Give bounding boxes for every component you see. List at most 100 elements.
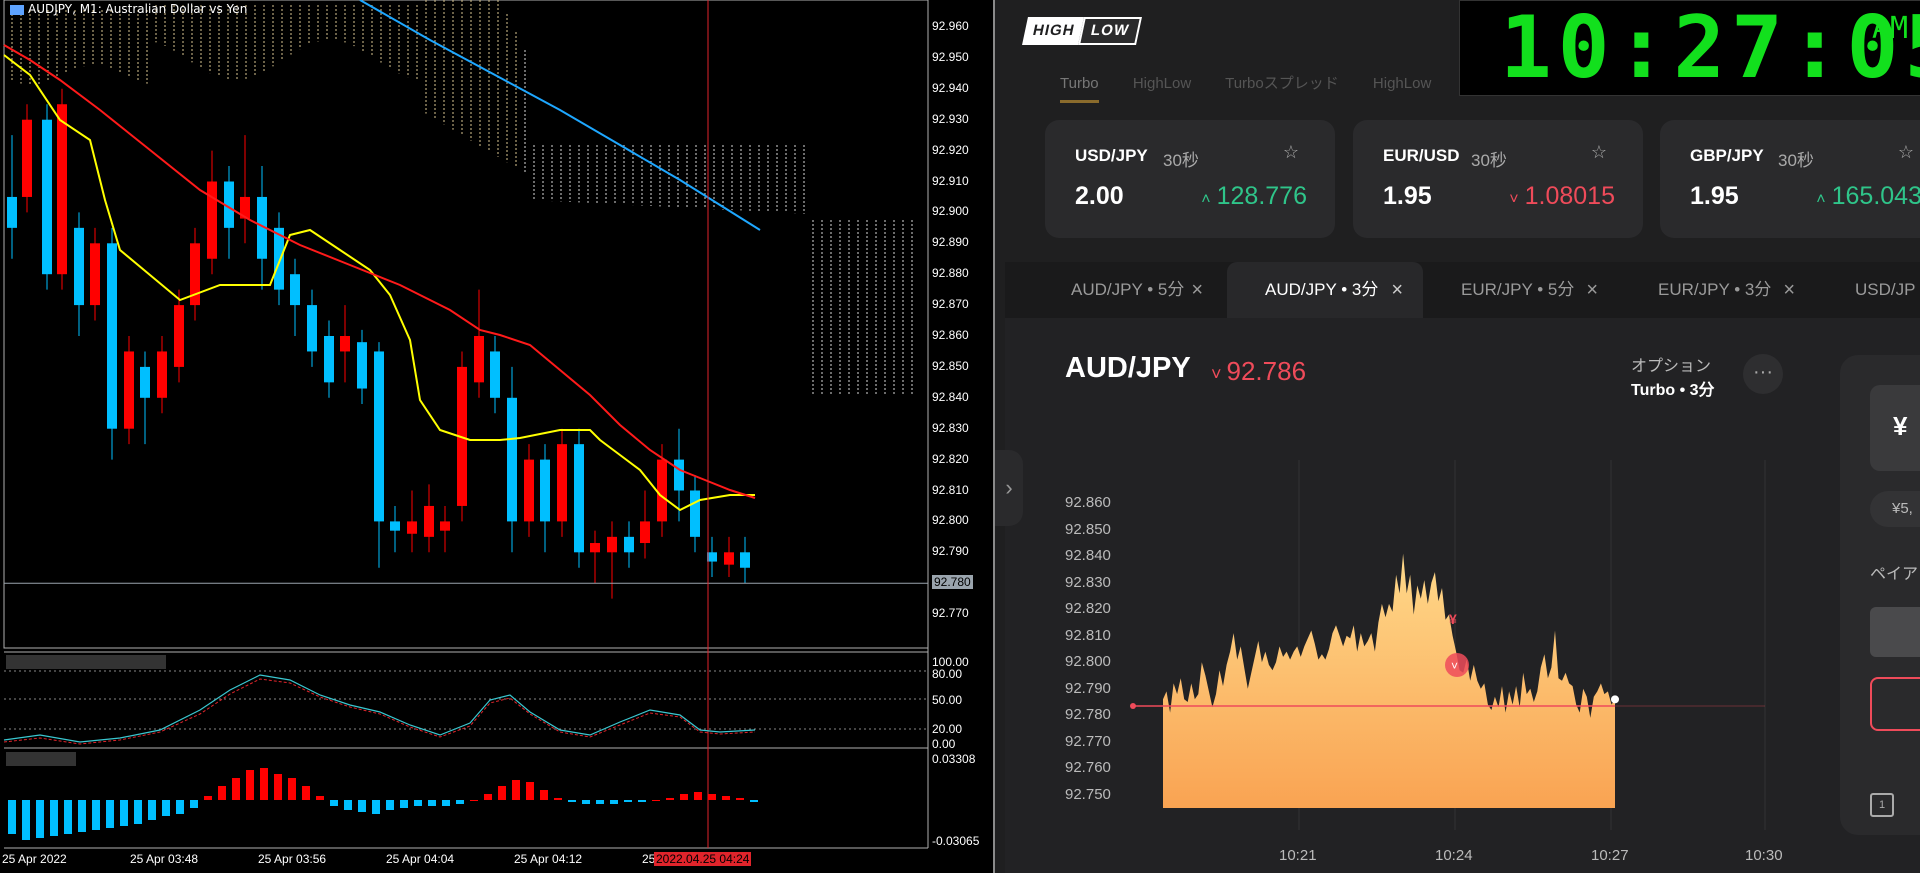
pair-tab[interactable]: AUD/JPY • 3分 × [1227, 262, 1423, 318]
card-duration: 30秒 [1778, 151, 1814, 170]
macd-bar [176, 800, 184, 814]
macd-bar [50, 800, 58, 836]
pair-tab-label: EUR/JPY • 3分 [1658, 280, 1772, 299]
candle-body [640, 521, 650, 544]
star-icon[interactable]: ☆ [1898, 142, 1914, 163]
chevron-right-icon: › [1005, 475, 1013, 500]
pair-tab[interactable]: EUR/JPY • 5分 × [1423, 262, 1618, 318]
card-rate: ˄ 128.776 [1201, 182, 1307, 211]
candle-body [22, 119, 32, 197]
option-label: オプション [1631, 358, 1712, 375]
stoch-tick-label: 20.00 [932, 722, 963, 736]
candle-body [674, 459, 684, 491]
macd-bar [470, 800, 478, 801]
pair-tab[interactable]: EUR/JPY • 3分 × [1620, 262, 1815, 318]
one-click-icon[interactable]: 1 [1870, 793, 1894, 817]
y-tick-label: 92.860 [1065, 494, 1111, 512]
macd-bar [694, 792, 702, 800]
macd-bar [162, 800, 170, 816]
card-pair: USD/JPY [1075, 146, 1148, 165]
chart-area [1005, 318, 1920, 873]
candle-body [140, 366, 150, 398]
candle-body [590, 543, 600, 553]
tab-turbo-spread[interactable]: Turboスプレッド [1225, 75, 1339, 92]
close-tab-icon[interactable]: × [1191, 262, 1203, 318]
candle-body [740, 552, 750, 568]
candle-body [57, 104, 67, 275]
candle-body [90, 243, 100, 306]
preset-amount-label: ¥5, [1892, 500, 1913, 517]
macd-bar [218, 786, 226, 800]
main-frame [3, 0, 929, 649]
macd-bar [330, 800, 338, 806]
payout-label: ペイア [1870, 566, 1919, 583]
price-tick-label: 92.800 [932, 513, 969, 528]
candle-body [557, 444, 567, 522]
x-tick-label: 10:27 [1591, 847, 1629, 864]
macd-bar [652, 800, 660, 801]
y-tick-label: 92.850 [1065, 520, 1111, 538]
tab-highlow-2[interactable]: HighLow [1373, 75, 1431, 92]
preset-amount-pill[interactable]: ¥5, [1870, 491, 1920, 527]
more-options-button[interactable]: ··· [1743, 354, 1783, 394]
indicator-label-blur [6, 752, 76, 766]
close-tab-icon[interactable]: × [1783, 262, 1795, 318]
price-tick-label: 92.950 [932, 49, 969, 64]
price-tick-label: 92.840 [932, 389, 969, 404]
digital-clock: 10:27:05 AM [1459, 0, 1920, 96]
y-tick-label: 92.800 [1065, 653, 1111, 671]
pair-tab[interactable]: AUD/JPY • 5分 × [1033, 262, 1223, 318]
indicator-label-blur [6, 655, 166, 669]
close-tab-icon[interactable]: × [1586, 262, 1598, 318]
candle-body [42, 119, 52, 275]
asset-symbol: AUD/JPY [1065, 352, 1191, 384]
close-tab-icon[interactable]: × [1391, 262, 1403, 318]
card-rate: ˅ 1.08015 [1509, 182, 1615, 211]
candle-body [407, 521, 417, 534]
card-rate: ˄ 165.043 [1816, 182, 1920, 211]
candle-body [290, 274, 300, 306]
favorite-card[interactable]: USD/JPY 30秒 ☆ 2.00 ˄ 128.776 [1045, 120, 1335, 238]
star-icon[interactable]: ☆ [1283, 142, 1299, 163]
candle-body [440, 521, 450, 531]
macd-bar [680, 794, 688, 800]
expand-sidebar-button[interactable]: › [995, 450, 1023, 526]
macd-bar [498, 786, 506, 800]
card-rate-value: 128.776 [1216, 182, 1307, 210]
favorite-card[interactable]: EUR/USD 30秒 ☆ 1.95 ˅ 1.08015 [1353, 120, 1643, 238]
ichimoku-line [359, 0, 761, 231]
candle-body [357, 342, 367, 389]
low-button[interactable] [1870, 677, 1920, 731]
mt4-chart-window[interactable]: AUDJPY, M1: Australian Dollar vs Yen 92.… [0, 0, 995, 873]
price-tick-label: 92.810 [932, 482, 969, 497]
y-tick-label: 92.770 [1065, 732, 1111, 750]
star-icon[interactable]: ☆ [1591, 142, 1607, 163]
high-button[interactable] [1870, 607, 1920, 657]
asset-price-value: 92.786 [1226, 356, 1307, 386]
mt4-chart-canvas[interactable] [0, 0, 993, 873]
candle-body [124, 351, 134, 429]
price-tick-label: 92.890 [932, 235, 969, 250]
favorite-card[interactable]: GBP/JPY 30秒 ☆ 1.95 ˄ 165.043 [1660, 120, 1920, 238]
macd-bar [190, 800, 198, 808]
macd-bar [526, 782, 534, 800]
card-pair: EUR/USD [1383, 146, 1460, 165]
down-arrow-icon: ˅ [1509, 191, 1519, 208]
card-duration: 30秒 [1163, 151, 1199, 170]
pair-tab[interactable]: USD/JP [1817, 262, 1920, 318]
candle-body [324, 336, 334, 383]
tab-highlow[interactable]: HighLow [1133, 75, 1191, 92]
up-arrow-icon: ˄ [1201, 191, 1211, 208]
tab-turbo[interactable]: Turbo [1060, 75, 1099, 103]
chart-grid-icon [10, 4, 24, 15]
macd-bar [400, 800, 408, 808]
macd-bar [512, 780, 520, 800]
pair-tab-label: USD/JP [1855, 280, 1916, 299]
y-tick-label: 92.830 [1065, 573, 1111, 591]
highlow-logo[interactable]: HIGH LOW [1022, 17, 1142, 45]
clock-time: 10:27:05 [1500, 0, 1920, 98]
candle-body [390, 521, 400, 531]
y-tick-label: 92.780 [1065, 706, 1111, 724]
macd-bar [456, 800, 464, 804]
pair-tab-label: AUD/JPY • 3分 [1265, 280, 1379, 299]
